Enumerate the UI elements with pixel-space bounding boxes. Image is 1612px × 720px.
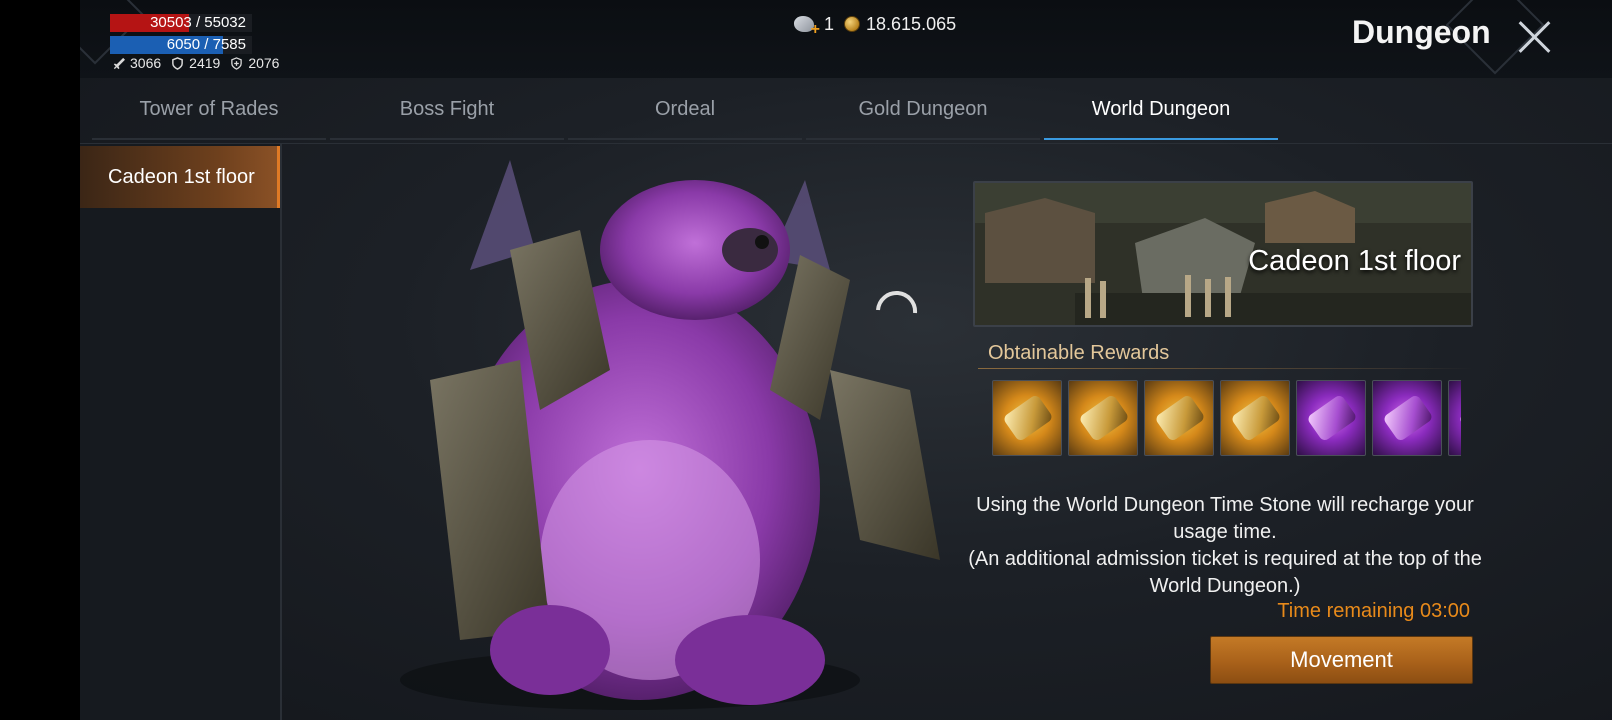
boss-monster-model [400,160,940,710]
resistance-value: 2076 [248,55,280,71]
shield-icon [172,56,184,70]
dungeon-description: Using the World Dungeon Time Stone will … [965,492,1485,600]
gold-currency: 18.615.065 [844,14,956,35]
hp-bar: 30503 / 55032 [110,14,252,32]
close-icon[interactable] [1510,12,1560,62]
movement-button[interactable]: Movement [1210,636,1473,684]
tab-tower-of-rades[interactable]: Tower of Rades [92,84,326,140]
description-line-1: Using the World Dungeon Time Stone will … [976,494,1474,543]
gold-coin-icon [844,16,861,32]
dungeon-tabs: Tower of Rades Boss Fight Ordeal Gold Du… [90,84,1280,140]
time-stone-count: 1 [824,13,835,34]
purple-scroll-icon[interactable] [1296,380,1366,456]
attack-stat: 3066 [112,55,161,71]
gold-scroll-icon[interactable] [992,380,1062,456]
shield-plus-icon [231,56,243,70]
sword-icon [113,57,125,69]
tab-gold-dungeon[interactable]: Gold Dungeon [806,84,1040,140]
description-line-2: (An additional admission ticket is requi… [968,548,1482,597]
resistance-stat: 2076 [230,55,279,71]
mp-value: 6050 / 7585 [166,36,246,53]
rewards-divider [978,368,1474,369]
dungeon-banner: Cadeon 1st floor [973,181,1473,327]
tab-world-dungeon[interactable]: World Dungeon [1044,84,1278,140]
tabs-divider [80,143,1612,144]
rewards-label: Obtainable Rewards [988,342,1170,364]
gold-scroll-icon[interactable] [1144,380,1214,456]
purple-scroll-icon[interactable] [1372,380,1442,456]
gold-scroll-icon[interactable] [1068,380,1138,456]
purple-scroll-icon[interactable] [1448,380,1461,456]
time-stone-icon: + [792,12,820,38]
hp-value: 30503 / 55032 [150,14,246,31]
dungeon-screen: 30503 / 55032 6050 / 7585 3066 2419 2076 [80,0,1612,720]
time-stone-currency[interactable]: + 1 [792,12,835,38]
attack-value: 3066 [130,55,162,71]
banner-title: Cadeon 1st floor [1248,245,1461,277]
tab-ordeal[interactable]: Ordeal [568,84,802,140]
sidebar-item-cadeon-1st-floor[interactable]: Cadeon 1st floor [80,146,280,208]
floor-sidebar: Cadeon 1st floor [80,144,282,720]
currency-display: + 1 18.615.065 [792,12,956,38]
rewards-list [992,380,1461,458]
mp-bar: 6050 / 7585 [110,36,252,54]
top-bar: 30503 / 55032 6050 / 7585 3066 2419 2076 [80,0,1612,78]
gold-amount: 18.615.065 [866,13,957,34]
defense-value: 2419 [189,55,221,71]
sidebar-item-label: Cadeon 1st floor [108,166,255,188]
defense-stat: 2419 [171,55,220,71]
combat-stats: 3066 2419 2076 [112,55,279,71]
gold-scroll-icon[interactable] [1220,380,1290,456]
time-remaining: Time remaining 03:00 [1277,600,1470,622]
tab-boss-fight[interactable]: Boss Fight [330,84,564,140]
page-title: Dungeon [1352,14,1491,50]
